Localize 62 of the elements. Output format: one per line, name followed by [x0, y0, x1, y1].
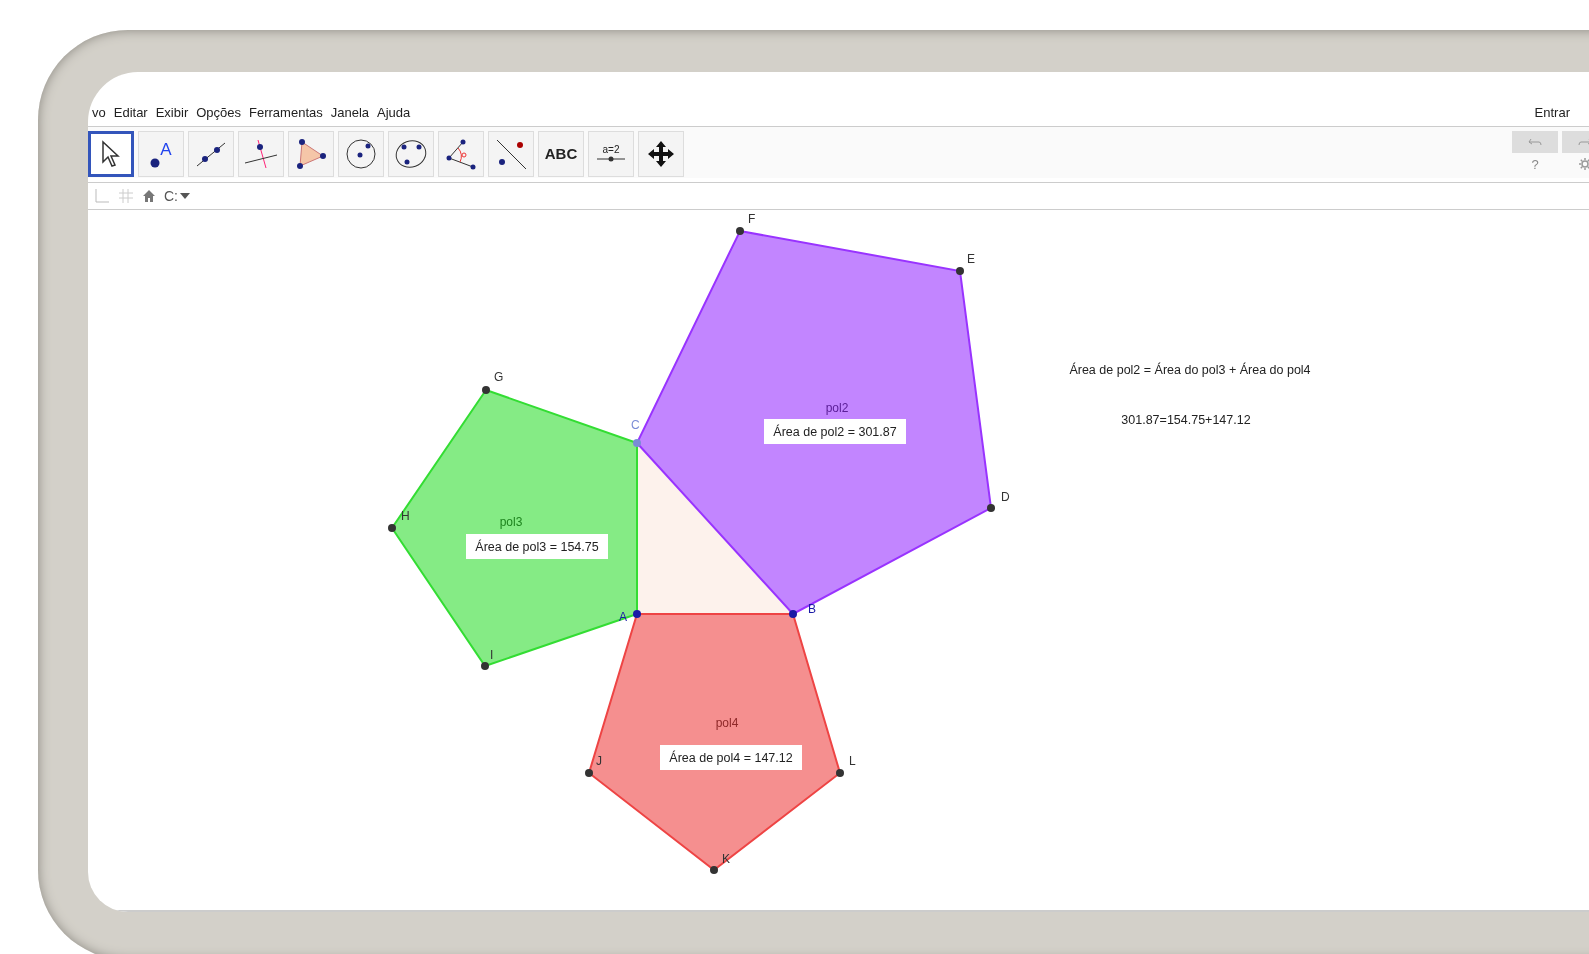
point-label: H	[401, 509, 410, 523]
ellipse-icon	[394, 137, 428, 170]
settings-icon[interactable]	[1578, 156, 1589, 171]
point[interactable]	[633, 610, 641, 618]
help-button[interactable]: ?	[1512, 156, 1558, 172]
point-label: F	[748, 212, 756, 226]
point-label: K	[722, 852, 730, 866]
menu-item[interactable]: Ajuda	[373, 104, 415, 120]
point-label: J	[596, 754, 602, 768]
point-label: A	[619, 610, 627, 624]
point[interactable]	[736, 227, 744, 235]
point-label: E	[967, 252, 975, 266]
perpendicular-line-icon	[244, 138, 278, 169]
point-letter: A	[160, 139, 172, 160]
menu-item[interactable]: Janela	[326, 104, 374, 120]
point-label: G	[494, 370, 504, 384]
menu-item[interactable]: Editar	[109, 104, 152, 120]
menu-item[interactable]: Opções	[192, 104, 246, 120]
point-icon	[150, 157, 161, 168]
menu-item[interactable]: Ferramentas	[245, 104, 327, 120]
undo-icon	[1528, 136, 1542, 147]
font-dropdown[interactable]: C:	[164, 187, 190, 204]
area-label: Área de pol2 = 301.87	[773, 425, 897, 439]
point[interactable]	[585, 769, 593, 777]
formula-text: Área de pol2 = Área do pol3 + Área do pol4	[1069, 363, 1311, 377]
move-arrows-icon	[647, 139, 675, 168]
text-tool-label: ABC	[544, 145, 578, 163]
point-label: B	[808, 602, 816, 616]
sign-in-link[interactable]: Entrar	[1534, 104, 1570, 120]
point[interactable]	[956, 267, 964, 275]
polygon-name: pol2	[825, 401, 849, 415]
point[interactable]	[388, 524, 396, 532]
tool-button[interactable]: a=2	[588, 130, 634, 177]
point-label: C	[631, 418, 640, 432]
polygon-name: pol3	[499, 515, 523, 529]
tool-button[interactable]: ABC	[538, 130, 584, 177]
point[interactable]	[987, 504, 995, 512]
triangle-icon	[296, 138, 326, 169]
tool-button[interactable]: A	[138, 130, 184, 177]
formula-text: 301.87=154.75+147.12	[1121, 413, 1251, 427]
menu-item[interactable]: vo	[88, 104, 110, 120]
point[interactable]	[789, 610, 797, 618]
reflect-line-icon	[494, 137, 528, 170]
angle-icon	[445, 137, 477, 170]
point[interactable]	[481, 662, 489, 670]
polygon-name: pol4	[715, 716, 739, 730]
point-label: L	[849, 754, 856, 768]
point-label: I	[490, 648, 494, 662]
menu-item[interactable]: Exibir	[151, 104, 193, 120]
point[interactable]	[836, 769, 844, 777]
home-icon[interactable]	[142, 188, 156, 203]
point-label: D	[1001, 490, 1010, 504]
caret-icon	[180, 192, 190, 199]
point[interactable]	[482, 386, 490, 394]
tool-button[interactable]	[88, 130, 134, 177]
point[interactable]	[710, 866, 718, 874]
cursor-icon	[100, 139, 122, 168]
circle-icon	[345, 137, 377, 170]
slider-icon	[596, 155, 626, 164]
area-label: Área de pol3 = 154.75	[475, 540, 599, 554]
slider-label: a=2	[602, 144, 620, 156]
area-label: Área de pol4 = 147.12	[669, 751, 793, 765]
